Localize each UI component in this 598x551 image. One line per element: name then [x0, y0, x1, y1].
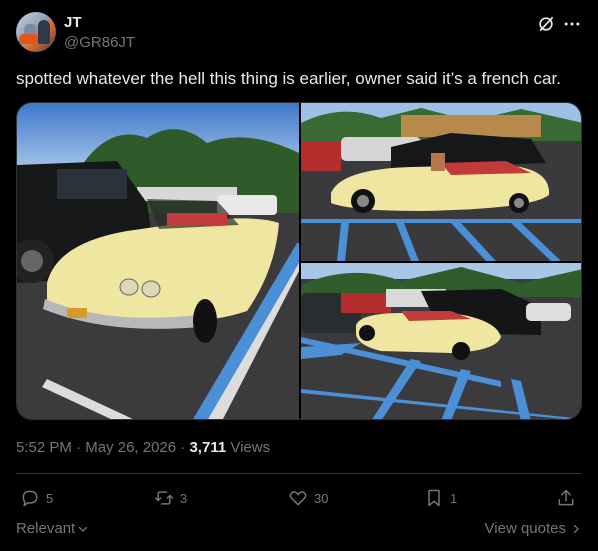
chevron-right-icon	[573, 524, 579, 533]
reply-icon	[22, 490, 38, 507]
meta-separator: ·	[180, 439, 186, 456]
share-icon	[558, 489, 574, 506]
media-grid	[16, 102, 582, 420]
post-header: JT @GR86JT	[16, 12, 582, 56]
reply-button[interactable]: 5	[20, 484, 53, 512]
repost-count: 3	[180, 490, 188, 506]
like-button[interactable]: 30	[288, 484, 328, 512]
like-count: 30	[314, 490, 329, 506]
post-meta: 5:52 PM · May 26, 2026 · 3,711 Views	[16, 439, 270, 456]
repost-button[interactable]: 3	[154, 484, 187, 512]
photo-3[interactable]	[301, 263, 581, 419]
divider	[16, 473, 582, 474]
author-name[interactable]: JT	[64, 14, 82, 31]
post-date[interactable]: May 26, 2026	[85, 439, 176, 456]
views-count: 3,711	[189, 439, 227, 456]
like-icon	[289, 491, 307, 506]
bookmark-icon	[428, 489, 440, 507]
author-handle[interactable]: @GR86JT	[64, 34, 135, 51]
grok-icon[interactable]	[536, 14, 556, 34]
view-quotes-label: View quotes	[484, 520, 566, 537]
share-button[interactable]	[556, 484, 576, 512]
bookmark-button[interactable]: 1	[424, 484, 457, 512]
sort-label: Relevant	[16, 520, 76, 537]
post-text: spotted whatever the hell this thing is …	[16, 69, 561, 88]
bookmark-count: 1	[450, 490, 458, 506]
photo-1[interactable]	[17, 103, 299, 419]
avatar-person	[38, 20, 50, 44]
meta-separator: ·	[76, 439, 82, 456]
action-bar: 5 3 30 1	[16, 484, 582, 512]
view-quotes-link[interactable]: View quotes	[485, 520, 582, 537]
views-label: Views	[230, 439, 271, 456]
avatar[interactable]	[16, 12, 56, 52]
sort-dropdown[interactable]: Relevant	[16, 520, 89, 537]
reply-count: 5	[46, 490, 54, 506]
post-time[interactable]: 5:52 PM	[16, 439, 72, 456]
photo-2[interactable]	[301, 103, 581, 261]
repost-icon	[154, 491, 174, 505]
chevron-down-icon	[79, 526, 88, 532]
more-icon[interactable]	[562, 14, 582, 34]
